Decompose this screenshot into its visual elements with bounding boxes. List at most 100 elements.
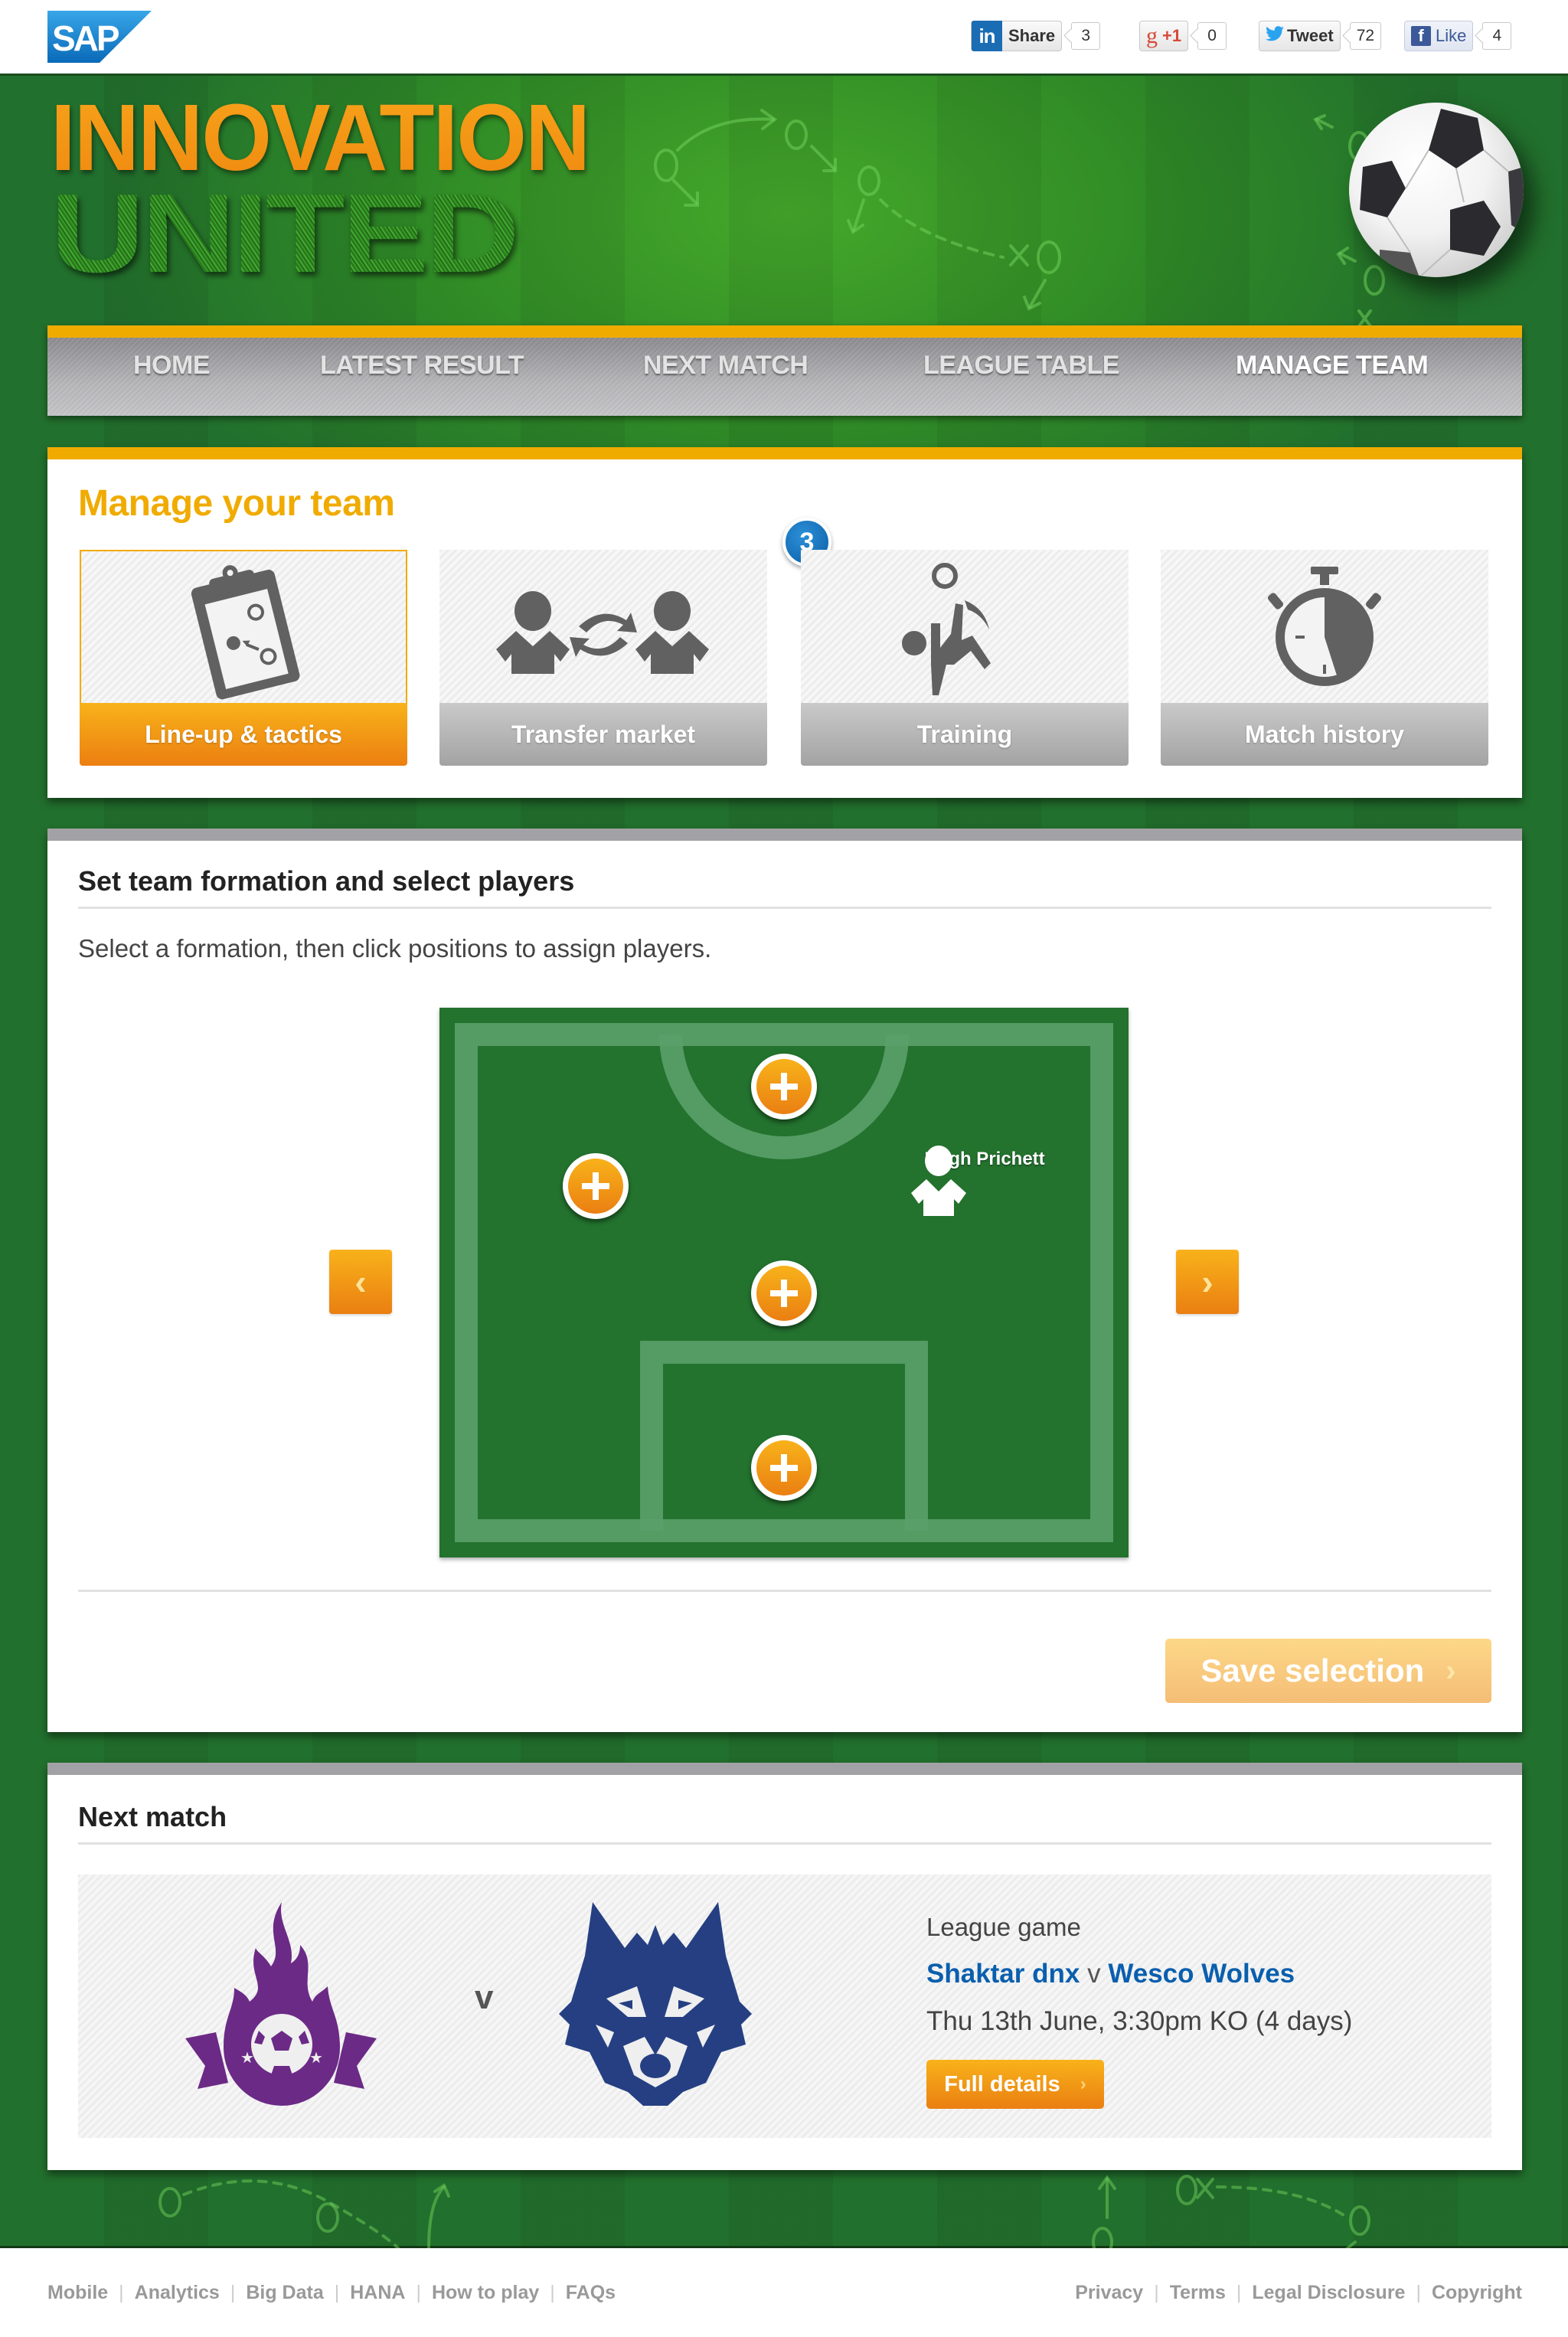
full-details-button[interactable]: Full details › <box>926 2060 1104 2109</box>
svg-text:SAP: SAP <box>52 18 119 58</box>
main-nav: HOME LATEST RESULT NEXT MATCH LEAGUE TAB… <box>47 325 1522 416</box>
tile-match-history[interactable]: Match history <box>1161 550 1488 766</box>
match-type: League game <box>926 1913 1081 1941</box>
formation-title: Set team formation and select players <box>78 865 575 897</box>
facebook-like-label: Like <box>1436 26 1467 45</box>
add-player-position-top[interactable] <box>751 1054 817 1119</box>
save-selection-label: Save selection <box>1200 1652 1425 1688</box>
assigned-player[interactable]: Hugh Prichett <box>908 1146 1061 1216</box>
section-divider <box>78 907 1491 909</box>
teams-separator: v <box>1087 1959 1101 1989</box>
section-divider <box>78 1842 1491 1845</box>
tile-transfer-market-label: Transfer market <box>439 703 767 766</box>
formation-panel: Set team formation and select players Se… <box>47 829 1522 1732</box>
section-divider <box>78 1590 1491 1592</box>
nav-bar: HOME LATEST RESULT NEXT MATCH LEAGUE TAB… <box>47 338 1522 416</box>
footer-link-privacy[interactable]: Privacy <box>1075 2282 1143 2304</box>
chevron-right-icon: › <box>1080 2074 1086 2094</box>
footer-links-right: Privacy | Terms | Legal Disclosure | Cop… <box>1075 2282 1522 2304</box>
chevron-right-icon: › <box>1201 1262 1214 1302</box>
top-bar: SAP in Share 3 g +1 0 Tweet 72 f Like 4 <box>0 0 1568 74</box>
manage-team-panel: Manage your team Line-up & tactics Trans… <box>47 447 1522 798</box>
footer-link-mobile[interactable]: Mobile <box>47 2282 108 2304</box>
next-match-panel: Next match ★ ★ v League game Shaktar dnx… <box>47 1763 1522 2170</box>
panel-top-bar <box>47 829 1522 841</box>
footer-link-faqs[interactable]: FAQs <box>566 2282 616 2304</box>
footer-tactics-decoration <box>158 2175 1370 2248</box>
tweet-button[interactable]: Tweet <box>1259 21 1341 51</box>
footer-links-left: Mobile | Analytics | Big Data | HANA | H… <box>47 2282 616 2304</box>
tweet-count: 72 <box>1349 22 1382 50</box>
nav-accent-stripe <box>47 325 1522 338</box>
nav-item-manage-team[interactable]: MANAGE TEAM <box>1236 351 1429 381</box>
footer-separator: | <box>334 2282 340 2303</box>
linkedin-share-button[interactable]: in Share <box>971 21 1063 51</box>
panel-top-bar <box>47 1763 1522 1775</box>
nav-item-latest-result[interactable]: LATEST RESULT <box>320 351 524 381</box>
sap-logo[interactable]: SAP <box>47 11 152 63</box>
twitter-share[interactable]: Tweet 72 <box>1259 20 1382 52</box>
footer-separator: | <box>550 2282 555 2303</box>
googleplus-share[interactable]: g +1 0 <box>1139 20 1227 52</box>
match-teams: Shaktar dnx v Wesco Wolves <box>926 1959 1295 1989</box>
save-selection-button[interactable]: Save selection › <box>1165 1639 1491 1703</box>
linkedin-share-count: 3 <box>1071 22 1101 50</box>
next-formation-button[interactable]: › <box>1176 1250 1239 1314</box>
facebook-icon: f <box>1411 26 1431 46</box>
player-swap-icon <box>496 591 709 674</box>
player-shirt-icon <box>911 1146 966 1216</box>
plus-icon <box>756 1059 812 1114</box>
manage-team-title: Manage your team <box>78 483 395 524</box>
footer-link-big-data[interactable]: Big Data <box>246 2282 323 2304</box>
tile-lineup-tactics-label: Line-up & tactics <box>80 703 407 766</box>
chevron-left-icon: ‹ <box>354 1262 367 1302</box>
footer-separator: | <box>119 2282 124 2303</box>
footer-link-legal-disclosure[interactable]: Legal Disclosure <box>1252 2282 1405 2304</box>
match-card: ★ ★ v League game Shaktar dnx v Wesco Wo… <box>78 1875 1491 2138</box>
tile-match-history-label: Match history <box>1161 703 1488 766</box>
plus-icon <box>756 1440 812 1495</box>
footer-separator: | <box>230 2282 236 2303</box>
linkedin-share[interactable]: in Share 3 <box>971 20 1101 52</box>
footer-separator: | <box>1154 2282 1159 2303</box>
nav-item-league-table[interactable]: LEAGUE TABLE <box>923 351 1119 381</box>
svg-text:★: ★ <box>309 2048 323 2067</box>
facebook-like-button[interactable]: f Like <box>1404 21 1474 51</box>
nav-item-home[interactable]: HOME <box>133 351 211 381</box>
linkedin-share-label: Share <box>1008 26 1056 45</box>
footer-link-terms[interactable]: Terms <box>1170 2282 1226 2304</box>
prev-formation-button[interactable]: ‹ <box>329 1250 392 1314</box>
googleplus-label: +1 <box>1162 26 1182 45</box>
formation-hint: Select a formation, then click positions… <box>78 934 712 963</box>
googleplus-button[interactable]: g +1 <box>1139 21 1189 51</box>
googleplus-icon: g <box>1146 23 1158 48</box>
facebook-like[interactable]: f Like 4 <box>1404 20 1512 52</box>
footer-link-copyright[interactable]: Copyright <box>1432 2282 1522 2304</box>
bicycle-kick-icon <box>902 563 991 695</box>
footer-separator: | <box>1236 2282 1242 2303</box>
footer-link-how-to-play[interactable]: How to play <box>432 2282 539 2304</box>
tile-transfer-market[interactable]: Transfer market <box>439 550 767 766</box>
nav-item-next-match[interactable]: NEXT MATCH <box>643 351 808 381</box>
full-details-label: Full details <box>944 2071 1060 2097</box>
match-datetime: Thu 13th June, 3:30pm KO (4 days) <box>926 2006 1353 2036</box>
formation-pitch: Hugh Prichett <box>439 1008 1129 1557</box>
away-team-link[interactable]: Wesco Wolves <box>1108 1959 1295 1989</box>
footer-separator: | <box>416 2282 421 2303</box>
add-player-position-center[interactable] <box>751 1260 817 1326</box>
tile-lineup-tactics[interactable]: Line-up & tactics <box>80 550 407 766</box>
soccer-ball-icon <box>1349 103 1524 277</box>
add-player-position-goal[interactable] <box>751 1435 817 1501</box>
plus-icon <box>568 1159 623 1214</box>
home-team-link[interactable]: Shaktar dnx <box>926 1959 1080 1989</box>
linkedin-icon: in <box>972 21 1002 51</box>
wolf-crest-icon[interactable] <box>553 1902 758 2107</box>
tile-training[interactable]: Training <box>801 550 1129 766</box>
footer-separator: | <box>1416 2282 1421 2303</box>
svg-text:★: ★ <box>240 2048 254 2067</box>
add-player-position-left[interactable] <box>563 1153 629 1219</box>
footer-link-analytics[interactable]: Analytics <box>135 2282 220 2304</box>
footer-link-hana[interactable]: HANA <box>350 2282 405 2304</box>
plus-icon <box>756 1266 812 1321</box>
flame-ball-crest-icon[interactable]: ★ ★ <box>185 1902 377 2107</box>
